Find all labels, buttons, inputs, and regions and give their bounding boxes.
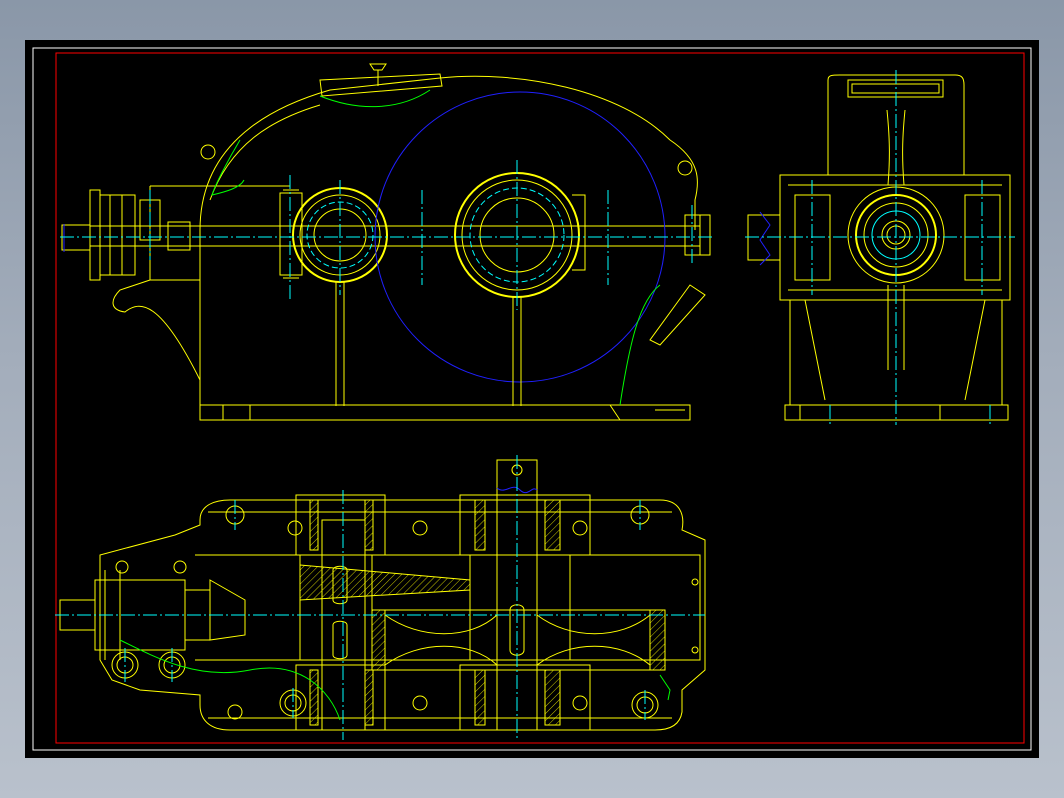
gearbox-assembly-drawing <box>32 47 1032 751</box>
drawing-border <box>32 47 1032 751</box>
top-section-view <box>55 455 706 740</box>
cad-viewport[interactable] <box>25 40 1039 758</box>
side-view <box>745 70 1015 425</box>
front-view <box>60 63 715 421</box>
